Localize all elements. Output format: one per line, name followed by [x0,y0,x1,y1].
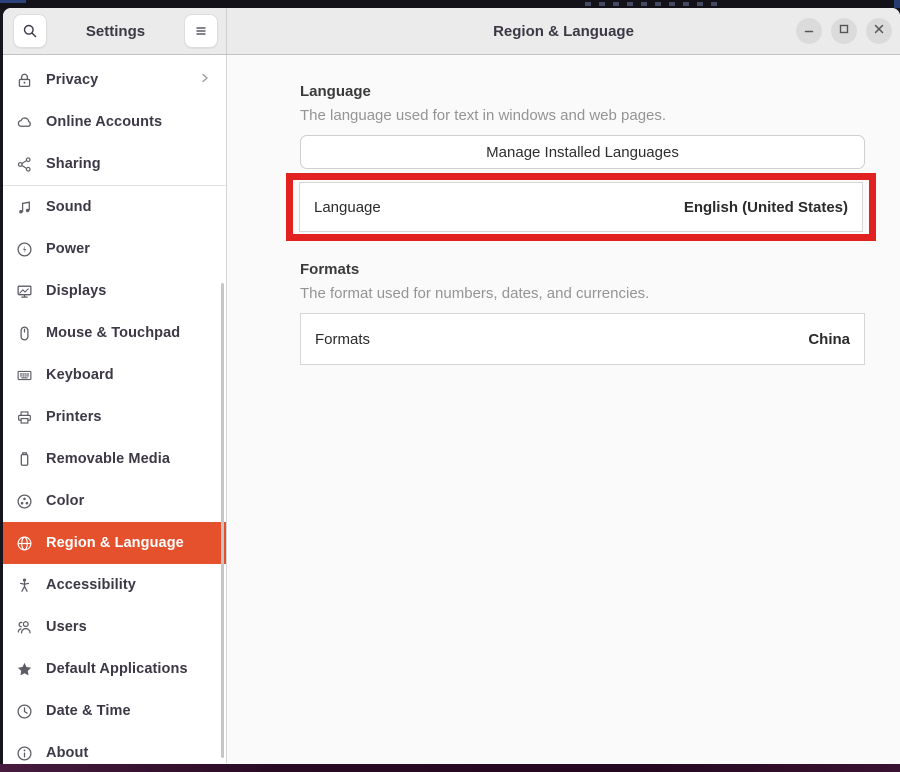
sidebar-item-label: Printers [46,409,102,425]
top-bar-clock-fragment [585,2,725,6]
annotation-highlight-box: Language English (United States) [286,173,876,241]
sidebar: Privacy Online Accounts [3,55,227,763]
formats-section-description: The format used for numbers, dates, and … [300,285,865,302]
users-icon [16,619,33,636]
region-language-panel: Language The language used for text in w… [227,55,900,763]
sidebar-item-label: Accessibility [46,577,136,593]
sidebar-item-label: Users [46,619,87,635]
sidebar-item-color[interactable]: Color [3,480,226,522]
removable-media-icon [16,451,33,468]
sidebar-item-label: Keyboard [46,367,114,383]
sidebar-item-label: About [46,745,88,761]
printer-icon [16,409,33,426]
formats-section-heading: Formats [300,261,865,278]
language-section-description: The language used for text in windows an… [300,107,865,124]
keyboard-icon [16,367,33,384]
sidebar-header: Settings [3,8,227,54]
accessibility-icon [16,577,33,594]
color-icon [16,493,33,510]
desktop-top-bar [0,0,900,8]
lock-icon [16,72,33,89]
window-controls [796,18,892,44]
top-bar-left-accent [0,0,26,3]
sidebar-item-label: Removable Media [46,451,170,467]
power-icon [16,241,33,258]
desktop-bottom-edge [0,764,900,772]
close-button[interactable] [866,18,892,44]
search-button[interactable] [13,14,47,48]
formats-row-label: Formats [315,331,370,348]
sidebar-item-label: Date & Time [46,703,131,719]
language-section-heading: Language [300,83,865,100]
sidebar-item-label: Privacy [46,72,98,88]
language-row-label: Language [314,199,381,216]
display-icon [16,283,33,300]
minimize-button[interactable] [796,18,822,44]
mouse-icon [16,325,33,342]
top-bar-right-accent [894,0,900,8]
sidebar-item-label: Displays [46,283,106,299]
manage-installed-languages-button[interactable]: Manage Installed Languages [300,135,865,169]
sidebar-item-default-applications[interactable]: Default Applications [3,648,226,690]
sidebar-item-label: Color [46,493,84,509]
sidebar-item-keyboard[interactable]: Keyboard [3,354,226,396]
hamburger-icon [193,23,209,39]
sidebar-item-printers[interactable]: Printers [3,396,226,438]
info-icon [16,745,33,762]
sidebar-item-sharing[interactable]: Sharing [3,143,226,185]
minimize-icon [803,22,815,40]
main-header: Region & Language [227,8,900,54]
star-icon [16,661,33,678]
sidebar-item-label: Sharing [46,156,101,172]
maximize-icon [838,22,850,40]
formats-row-value: China [808,331,850,348]
sidebar-item-region-language[interactable]: Region & Language [3,522,226,564]
music-note-icon [16,199,33,216]
maximize-button[interactable] [831,18,857,44]
close-icon [873,22,885,40]
sidebar-scrollbar[interactable] [221,283,224,758]
search-icon [22,23,38,39]
globe-icon [16,535,33,552]
clock-icon [16,703,33,720]
sidebar-item-label: Region & Language [46,535,184,551]
sidebar-item-removable-media[interactable]: Removable Media [3,438,226,480]
sidebar-item-label: Default Applications [46,661,188,677]
sidebar-item-label: Power [46,241,90,257]
sidebar-item-about[interactable]: About [3,732,226,763]
sidebar-item-privacy[interactable]: Privacy [3,59,226,101]
sidebar-item-accessibility[interactable]: Accessibility [3,564,226,606]
sidebar-item-displays[interactable]: Displays [3,270,226,312]
language-row[interactable]: Language English (United States) [299,182,863,232]
sidebar-item-date-time[interactable]: Date & Time [3,690,226,732]
app-title: Settings [86,23,145,40]
sidebar-item-mouse-touchpad[interactable]: Mouse & Touchpad [3,312,226,354]
sidebar-item-label: Sound [46,199,92,215]
titlebar: Settings Region & Language [3,8,900,55]
sidebar-item-label: Mouse & Touchpad [46,325,180,341]
chevron-right-icon [198,71,212,90]
language-row-value: English (United States) [684,199,848,216]
sidebar-item-label: Online Accounts [46,114,162,130]
screen: Settings Region & Language [0,0,900,772]
sidebar-item-users[interactable]: Users [3,606,226,648]
menu-button[interactable] [184,14,218,48]
settings-window: Settings Region & Language [3,8,900,764]
share-icon [16,156,33,173]
cloud-icon [16,114,33,131]
sidebar-item-online-accounts[interactable]: Online Accounts [3,101,226,143]
sidebar-item-power[interactable]: Power [3,228,226,270]
sidebar-item-sound[interactable]: Sound [3,186,226,228]
formats-row[interactable]: Formats China [300,313,865,365]
